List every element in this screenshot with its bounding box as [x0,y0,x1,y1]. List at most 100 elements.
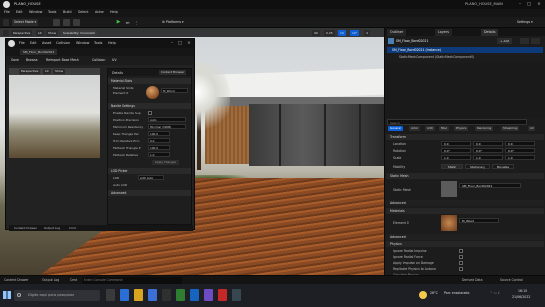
reimport-button[interactable]: Reimport Base Mesh [44,57,81,64]
materials-section[interactable]: Materials [386,208,544,214]
editor-menu-window[interactable]: Window [76,41,89,45]
menu-file[interactable]: File [4,10,10,14]
mobility-stationary[interactable]: Stationary [465,164,490,169]
step-icon[interactable]: ⏭ [124,19,131,26]
category-streaming[interactable]: Streaming [501,126,520,131]
weather-desc[interactable]: Parc ensolarado [444,291,469,295]
add-component-button[interactable]: + Add [497,38,513,44]
clock-time[interactable]: 16:15 [518,289,527,293]
task-view-icon[interactable] [106,289,115,301]
menu-tools[interactable]: Tools [48,10,56,14]
static-mesh-section[interactable]: Static Mesh [386,173,544,179]
position-precision-select[interactable]: Auto [148,117,186,122]
unreal-taskbar-icon[interactable] [162,289,171,301]
editor-close-icon[interactable]: × [185,40,193,47]
tab-outliner[interactable]: Outliner [387,29,407,36]
editor-maximize-icon[interactable]: □ [176,40,184,47]
viewport-menu-icon[interactable] [3,30,9,36]
preview-show-button[interactable]: Show [53,69,66,74]
category-lod[interactable]: LOD [425,126,435,131]
console-command-input[interactable]: Enter Console Command [82,277,182,284]
menu-actor[interactable]: Actor [95,10,104,14]
rotation-z[interactable]: 0.0° [505,148,535,153]
angle-snap[interactable]: 10° [350,30,360,36]
play-options-icon[interactable]: ⋮ [133,19,140,26]
mesh-preview-viewport[interactable] [9,68,100,158]
scale-z[interactable]: 1.0 [505,155,535,160]
editor-minimize-icon[interactable]: – [168,40,176,47]
perspective-button[interactable]: Perspective [11,30,33,36]
app-icon[interactable] [190,289,199,301]
weather-temp[interactable]: 26°C [430,291,438,295]
preview-perspective-button[interactable]: Perspective [19,69,41,74]
material-picker[interactable]: M_Wood [459,218,499,223]
menu-build[interactable]: Build [63,10,72,14]
physics-checkbox[interactable] [459,267,463,271]
cmd-dropdown[interactable]: Cmd [70,277,77,284]
lit-button[interactable]: Lit [36,30,44,36]
windows-start-icon[interactable] [3,291,11,299]
tab-details[interactable]: Details [481,29,499,36]
apply-changes-button[interactable]: Apply Changes [152,160,179,165]
trim-relative-input[interactable]: 0.0 [148,138,170,143]
component-row-selected[interactable]: SM_Floor_Bord02021 (Instance) [387,47,543,53]
source-control-button[interactable]: Source Control [500,277,523,284]
blueprint-icon[interactable] [63,19,70,26]
advanced-expander[interactable]: Advanced [386,234,544,240]
app-icon[interactable] [232,289,241,301]
editor-menu-collision[interactable]: Collision [56,41,70,45]
grid-snap[interactable]: 10 [338,30,346,36]
rotation-y[interactable]: 0.0° [473,148,503,153]
app-icon[interactable] [176,289,185,301]
editor-menu-help[interactable]: Help [108,41,116,45]
uv-button[interactable]: UV [110,57,119,64]
tray-icons[interactable]: ⌃ ▭ ♪ [490,291,500,295]
camera-speed[interactable]: 0.25 [324,30,335,36]
edge-icon[interactable] [120,289,129,301]
derived-data-button[interactable]: Derived Data [462,277,483,284]
category-rendering[interactable]: Rendering [475,126,494,131]
physics-checkbox[interactable] [459,249,463,253]
category-all[interactable]: All [528,126,536,131]
minimum-residency-select[interactable]: Minimal (32KB) [148,124,186,129]
enable-nanite-checkbox[interactable] [148,111,152,115]
advanced-expander[interactable]: Advanced [386,200,544,206]
lod-picker-section[interactable]: LOD Picker [108,168,191,174]
editor-output-log[interactable]: Output Log [44,225,60,231]
material-thumbnail[interactable] [146,86,159,99]
physics-section[interactable]: Physics [386,241,544,247]
content-browser-button[interactable]: Content Browser [159,70,187,75]
location-y[interactable]: 0.0 [473,141,503,146]
advanced-section[interactable]: Advanced [108,190,191,196]
scale-x[interactable]: 1.0 [441,155,471,160]
rotation-x[interactable]: 0.0° [441,148,471,153]
editor-browse-button[interactable]: Browse [24,57,40,64]
location-z[interactable]: 0.0 [505,141,535,146]
file-explorer-icon[interactable] [134,289,143,301]
editor-menu-tools[interactable]: Tools [94,41,102,45]
editor-save-button[interactable]: Save [9,57,21,64]
layout-count[interactable]: 4 [364,30,370,36]
preview-lit-button[interactable]: Lit [43,69,51,74]
mobility-static[interactable]: Static [441,164,463,169]
minimize-icon[interactable]: – [516,1,524,8]
app-icon[interactable] [218,289,227,301]
collision-button[interactable]: Collision [90,57,107,64]
physics-checkbox[interactable] [459,255,463,259]
blueprint-button[interactable] [520,38,529,44]
add-content-icon[interactable] [53,19,60,26]
store-icon[interactable] [148,289,157,301]
menu-window[interactable]: Window [29,10,42,14]
category-physics[interactable]: Physics [454,126,469,131]
scale-y[interactable]: 1.0 [473,155,503,160]
category-general[interactable]: General [388,126,404,131]
menu-help[interactable]: Help [110,10,118,14]
material-thumbnail[interactable] [441,215,457,231]
platforms-button[interactable]: ⚙ Platforms ▾ [160,19,186,26]
editor-menu-file[interactable]: File [19,41,25,45]
tab-layers[interactable]: Layers [435,29,452,36]
keep-triangle-input[interactable]: 100.0 [148,131,170,136]
output-log-button[interactable]: Output Log [42,277,59,284]
static-mesh-thumbnail[interactable] [441,181,457,197]
scalability-badge[interactable]: Scalability: Cinematic [61,30,98,36]
